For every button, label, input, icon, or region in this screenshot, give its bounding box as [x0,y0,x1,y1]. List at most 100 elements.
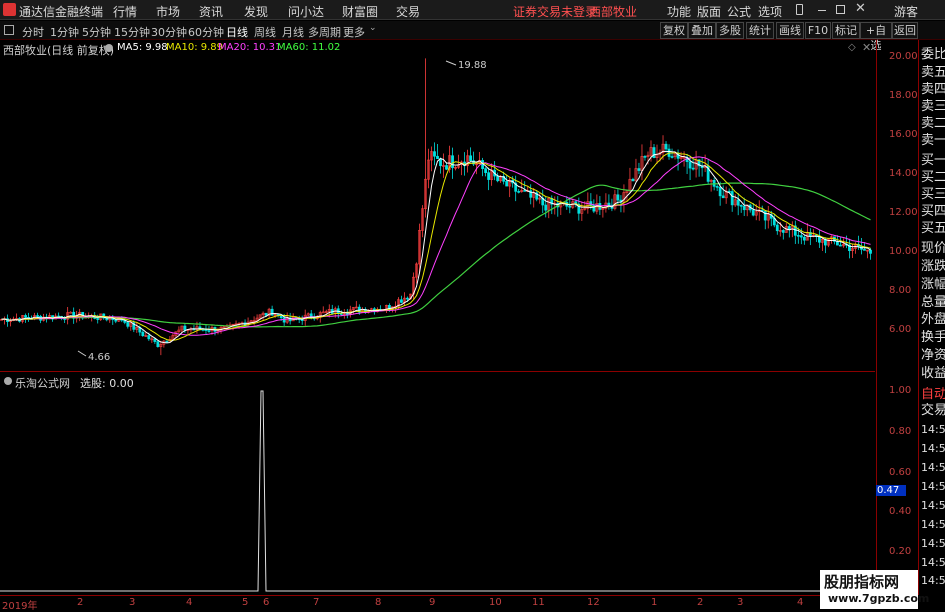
period-1min[interactable]: 1分钟 [50,24,79,40]
y-label-14: 14.00 [889,168,918,179]
candle-body [739,204,743,207]
side-time-3: 14:56 [921,461,945,474]
draw-line-button[interactable]: 画线 [776,22,804,39]
close-icon[interactable]: ✕ [855,1,866,16]
x-label-jan: 1 [651,597,658,608]
x-label-feb: 2 [77,597,84,608]
side-trade[interactable]: 交易 [921,403,945,419]
x-label-apr2: 4 [797,597,804,608]
ind-y-label-04: 0.40 [889,506,912,517]
side-time-7: 14:56 [921,537,945,550]
y-label-16: 16.00 [889,129,918,140]
maximize-icon[interactable] [836,5,845,14]
mark-button[interactable]: 标记 [832,22,860,39]
period-more[interactable]: 更多 [343,24,365,40]
menu-function[interactable]: 功能 [667,3,691,20]
candle-body [436,155,439,159]
login-status[interactable]: 证券交易未登录 [513,3,597,20]
period-weekly[interactable]: 周线 [254,24,276,40]
candle-body [141,331,145,336]
phone-icon[interactable] [796,4,803,15]
candle-body [869,249,872,254]
stock-name: 西部牧业 [589,5,638,19]
menu-formula[interactable]: 公式 [727,3,751,20]
side-sell1: 卖一 [921,133,945,148]
user-label[interactable]: 游客 [894,3,918,20]
candle-body [496,175,500,182]
period-15min[interactable]: 15分钟 [114,24,150,40]
candle-body [517,191,521,193]
x-label-mar: 3 [129,597,136,608]
candle-body [156,341,160,347]
overlay-button[interactable]: 叠加 [688,22,716,39]
kline-panel[interactable]: 西部牧业(日线 前复权) MA5: 9.98 MA10: 9.89 MA20: … [0,40,875,372]
x-label-2019: 2019年 [2,601,38,612]
side-auto-trade[interactable]: 自动 [921,387,945,403]
side-time-4: 14:56 [921,480,945,493]
period-30min[interactable]: 30分钟 [151,24,187,40]
candle-body [775,224,779,232]
back-button[interactable]: 返回 [892,22,918,39]
side-earnings: 收益 [921,366,945,381]
candle-body [505,180,509,187]
side-time-8: 14:56 [921,556,945,569]
x-label-may: 5 [242,597,249,608]
candle-body [688,161,692,169]
period-toolbar: 分时 1分钟 5分钟 15分钟 30分钟 60分钟 日线 周线 月线 多周期 更… [0,21,945,52]
more-dropdown-icon[interactable]: ⌄ [369,23,377,33]
candle-body [721,195,725,199]
menu-quotes[interactable]: 行情 [113,3,137,20]
side-volume: 总量 [921,295,945,310]
period-5min[interactable]: 5分钟 [82,24,111,40]
candle-body [736,199,740,206]
x-label-oct: 10 [489,597,502,608]
indicator-panel[interactable]: 乐淘公式网 选股: 0.00 [0,373,875,595]
candle-body [126,322,130,327]
period-tick[interactable]: 分时 [22,24,44,40]
minimize-icon[interactable] [818,10,826,11]
restore-rights-button[interactable]: 复权 [660,22,688,39]
add-watchlist-button[interactable]: +自选 [860,22,892,52]
period-daily[interactable]: 日线 [226,24,248,40]
statistics-button[interactable]: 统计 [746,22,774,39]
side-buy3: 买三 [921,187,945,202]
y-label-10: 10.00 [889,246,918,257]
period-multi[interactable]: 多周期 [308,24,341,40]
panel-toggle-icon[interactable] [4,25,14,35]
side-buy2: 买二 [921,170,945,185]
x-label-apr: 4 [186,597,193,608]
y-label-6: 6.00 [889,324,912,335]
x-label-nov: 11 [532,597,545,608]
menu-trade[interactable]: 交易 [396,3,420,20]
candle-body [484,168,488,173]
menu-layout[interactable]: 版面 [697,3,721,20]
multi-stock-button[interactable]: 多股 [716,22,744,39]
candle-body [270,308,274,316]
app-logo-icon [3,3,16,16]
candle-body [36,315,39,317]
y-label-20: 20.00 [889,51,918,62]
menu-options[interactable]: 选项 [758,3,782,20]
candle-body [839,244,842,247]
candle-body [445,165,448,170]
period-monthly[interactable]: 月线 [282,24,304,40]
side-price: 现价 [921,241,945,256]
quote-sidebar: 委比 卖五 卖四 卖三 卖二 卖一 买一 买二 买三 买四 买五 现价 涨跌 涨… [918,40,945,595]
candle-body [781,230,785,233]
menu-market[interactable]: 市场 [156,3,180,20]
menu-discover[interactable]: 发现 [244,3,268,20]
period-60min[interactable]: 60分钟 [188,24,224,40]
x-axis: 2019年 2 3 4 5 6 7 8 9 10 11 12 1 2 3 4 [0,595,918,612]
menu-wealth[interactable]: 财富圈 [342,3,378,20]
candle-body [523,190,527,192]
menu-xiaoda[interactable]: 问小达 [288,3,324,20]
side-change-pct: 涨幅 [921,277,945,292]
menu-news[interactable]: 资讯 [199,3,223,20]
candle-body [544,204,548,211]
candle-body [652,147,656,158]
f10-button[interactable]: F10 [805,22,831,39]
ma60-line [1,182,871,328]
candle-body [451,155,454,169]
candle-body [433,151,436,157]
candle-body [637,168,641,171]
